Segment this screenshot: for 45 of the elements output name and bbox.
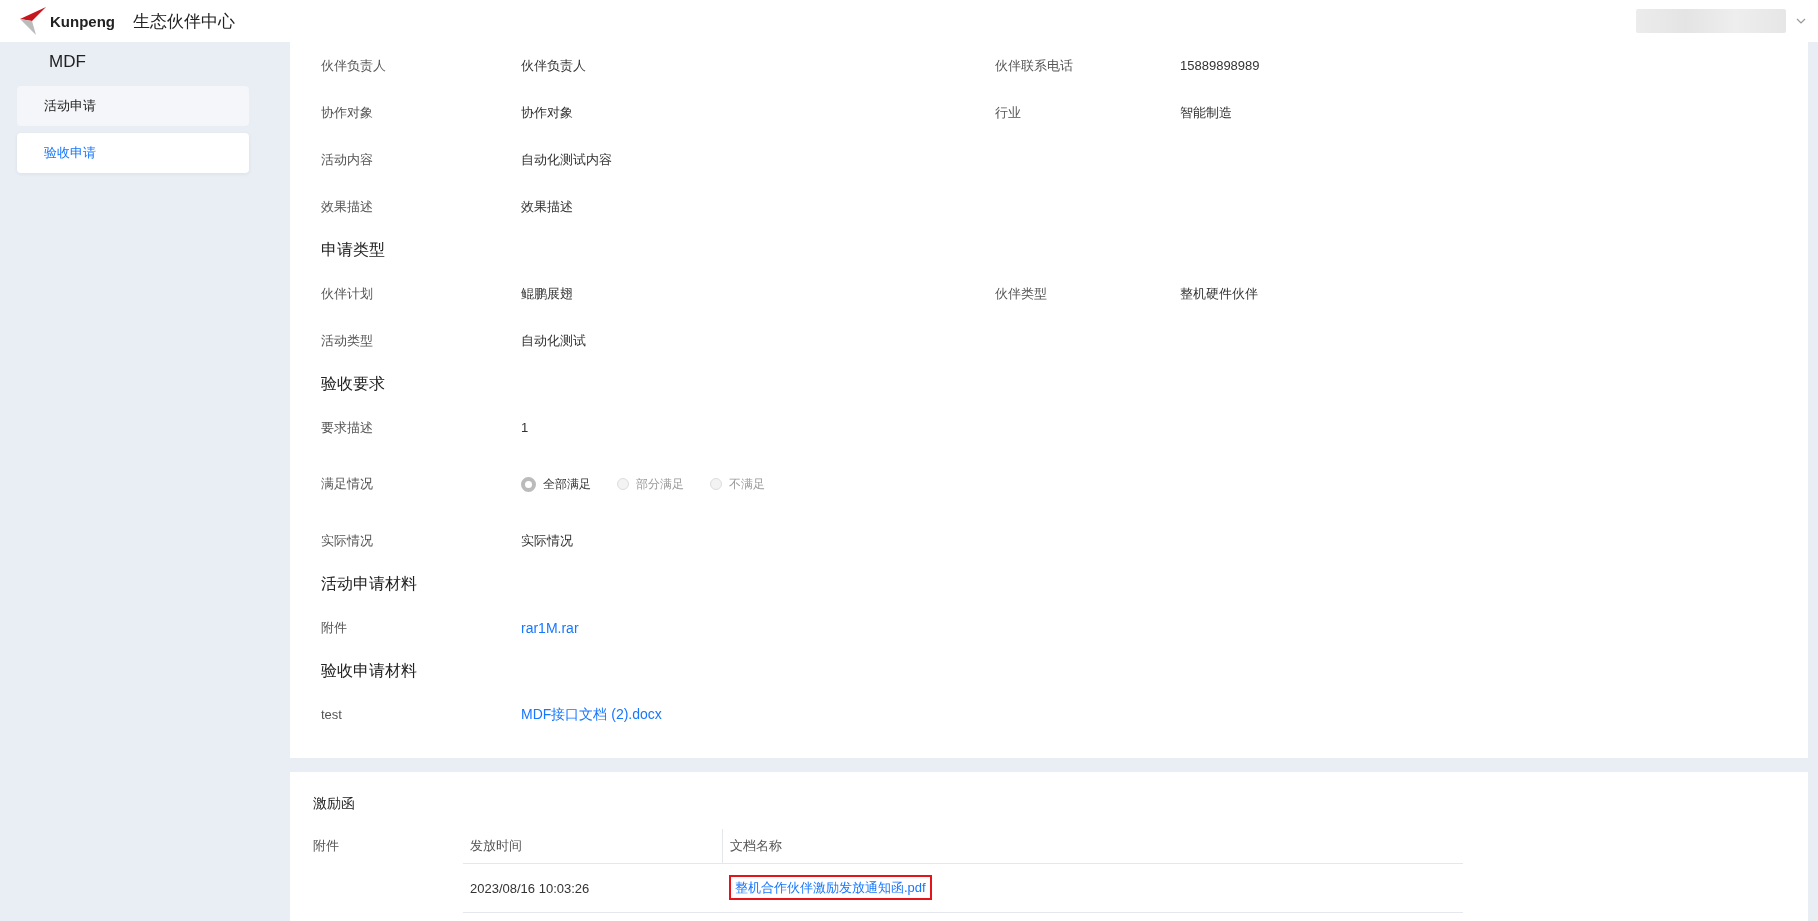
column-header: 发放时间 bbox=[463, 829, 722, 864]
field-label: 伙伴负责人 bbox=[321, 56, 387, 75]
field-label: 活动内容 bbox=[321, 150, 374, 169]
table-cell: 2023/08/16 10:03:26 bbox=[463, 863, 722, 913]
field-label: 行业 bbox=[995, 103, 1022, 122]
file-link[interactable]: rar1M.rar bbox=[521, 619, 579, 636]
field-label: 实际情况 bbox=[321, 531, 374, 550]
field-value: 鲲鹏展翅 bbox=[521, 284, 574, 303]
field-value: 整机硬件伙伴 bbox=[1180, 284, 1259, 303]
field-label: 要求描述 bbox=[321, 418, 374, 437]
section-heading: 激励函 bbox=[313, 795, 355, 813]
field-value: 效果描述 bbox=[521, 197, 574, 216]
logo-icon bbox=[20, 7, 46, 35]
field-label: 附件 bbox=[313, 837, 339, 855]
section-heading: 验收要求 bbox=[321, 373, 385, 394]
field-label: 附件 bbox=[321, 618, 348, 637]
section-heading: 活动申请材料 bbox=[321, 573, 417, 594]
field-label: 伙伴联系电话 bbox=[995, 56, 1074, 75]
field-value: 伙伴负责人 bbox=[521, 56, 587, 75]
field-label: 伙伴计划 bbox=[321, 284, 374, 303]
brand-name: Kunpeng bbox=[50, 12, 115, 30]
field-label: 活动类型 bbox=[321, 331, 374, 350]
sidebar-item[interactable]: 活动申请 bbox=[17, 86, 249, 126]
section-heading: 申请类型 bbox=[321, 239, 385, 260]
caret-icon[interactable] bbox=[1796, 18, 1806, 24]
radio-option[interactable]: 全部满足 bbox=[521, 475, 591, 493]
section-heading: 验收申请材料 bbox=[321, 660, 417, 681]
column-header: 文档名称 bbox=[722, 829, 1463, 864]
app-title: 生态伙伴中心 bbox=[133, 10, 235, 33]
field-label: 满足情况 bbox=[321, 475, 374, 493]
field-label: 效果描述 bbox=[321, 197, 374, 216]
field-label: 协作对象 bbox=[321, 103, 374, 122]
sidebar-item[interactable]: 验收申请 bbox=[17, 133, 249, 173]
field-value: 协作对象 bbox=[521, 103, 574, 122]
field-value: 自动化测试内容 bbox=[521, 150, 613, 169]
field-value: 智能制造 bbox=[1180, 103, 1233, 122]
sidebar-title: MDF bbox=[49, 52, 86, 72]
file-link[interactable]: MDF接口文档 (2).docx bbox=[521, 705, 662, 722]
field-value: 自动化测试 bbox=[521, 331, 587, 350]
document-link[interactable]: 整机合作伙伴激励发放通知函.pdf bbox=[729, 875, 932, 900]
field-value: 15889898989 bbox=[1180, 58, 1261, 73]
field-value: 实际情况 bbox=[521, 531, 574, 550]
field-label: 伙伴类型 bbox=[995, 284, 1048, 303]
field-value: 1 bbox=[521, 420, 530, 435]
field-label: test bbox=[321, 707, 343, 722]
